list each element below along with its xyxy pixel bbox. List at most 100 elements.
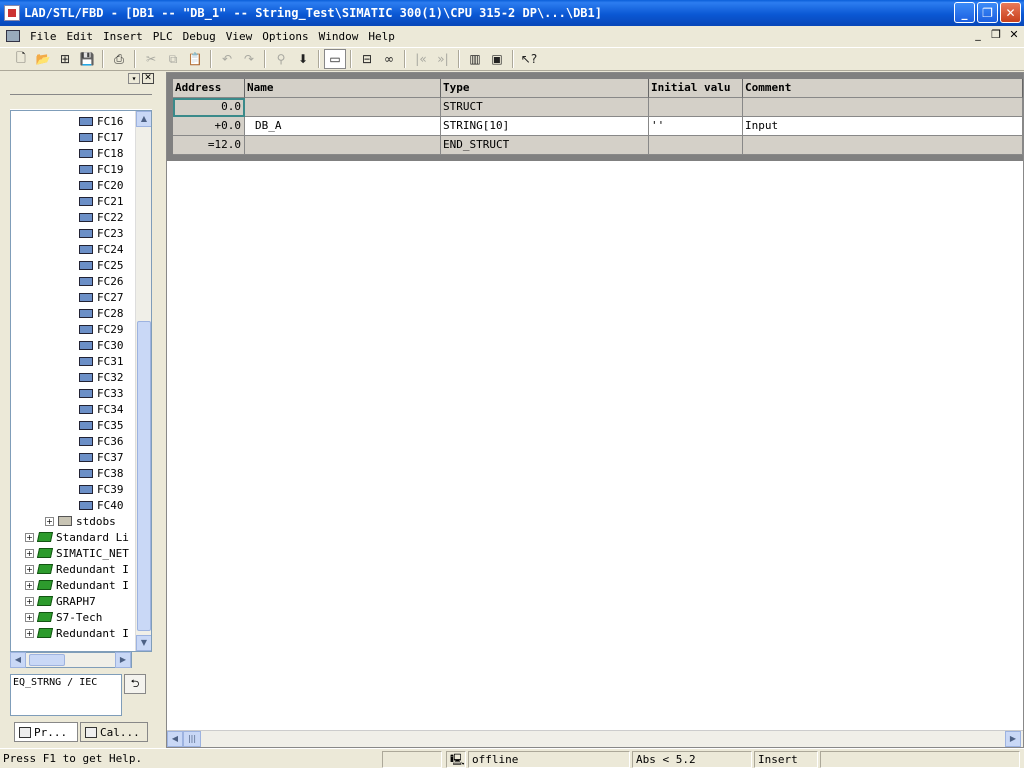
- cut-icon[interactable]: ✂: [140, 49, 162, 69]
- undo-icon[interactable]: ↶: [216, 49, 238, 69]
- mdi-minimize-button[interactable]: _: [970, 28, 986, 42]
- last-network-icon[interactable]: »|: [432, 49, 454, 69]
- accessible-nodes-icon[interactable]: ⊟: [356, 49, 378, 69]
- minimize-button[interactable]: _: [954, 2, 975, 23]
- tree-item-fc[interactable]: FC39: [79, 481, 124, 497]
- expand-icon[interactable]: +: [25, 628, 34, 638]
- expand-icon[interactable]: +: [45, 516, 54, 526]
- tree-item-fc[interactable]: FC21: [79, 193, 124, 209]
- tree-item-library[interactable]: + Standard Li: [25, 529, 129, 545]
- cell-type[interactable]: STRUCT: [441, 98, 649, 117]
- menu-edit[interactable]: Edit: [63, 30, 98, 43]
- first-network-icon[interactable]: |«: [410, 49, 432, 69]
- mdi-close-button[interactable]: ✕: [1006, 28, 1022, 42]
- panel-close-icon[interactable]: ✕: [142, 73, 154, 84]
- tree-item-fc[interactable]: FC28: [79, 305, 124, 321]
- tree-item-fc[interactable]: FC18: [79, 145, 124, 161]
- tree-item-fc[interactable]: FC40: [79, 497, 124, 513]
- declaration-editor[interactable]: Address Name Type Initial valu Comment 0…: [166, 72, 1024, 748]
- tree-horizontal-scrollbar[interactable]: ◀ ▶: [10, 652, 132, 668]
- cell-name[interactable]: DB_A: [245, 117, 441, 136]
- menu-insert[interactable]: Insert: [99, 30, 147, 43]
- menu-view[interactable]: View: [222, 30, 257, 43]
- help-pointer-icon[interactable]: ↖?: [518, 49, 540, 69]
- tree-item-fc[interactable]: FC20: [79, 177, 124, 193]
- close-button[interactable]: ✕: [1000, 2, 1021, 23]
- tree-item-fc[interactable]: FC32: [79, 369, 124, 385]
- tree-item-library[interactable]: + Redundant I: [25, 625, 129, 641]
- tree-item-fc[interactable]: FC17: [79, 129, 124, 145]
- col-address[interactable]: Address: [173, 79, 245, 98]
- cell-comment[interactable]: Input: [743, 117, 1023, 136]
- menu-help[interactable]: Help: [364, 30, 399, 43]
- expand-icon[interactable]: +: [25, 596, 34, 606]
- table-row[interactable]: 0.0 STRUCT: [173, 98, 1023, 117]
- tree-item-fc[interactable]: FC22: [79, 209, 124, 225]
- menu-options[interactable]: Options: [258, 30, 312, 43]
- cell-type[interactable]: END_STRUCT: [441, 136, 649, 155]
- tree-item-fc[interactable]: FC19: [79, 161, 124, 177]
- document-icon[interactable]: [6, 30, 20, 42]
- tree-item-library[interactable]: + SIMATIC_NET: [25, 545, 129, 561]
- tree-item-fc[interactable]: FC37: [79, 449, 124, 465]
- copy-icon[interactable]: ⧉: [162, 49, 184, 69]
- print-icon[interactable]: ⎙: [108, 49, 130, 69]
- col-initial-value[interactable]: Initial valu: [649, 79, 743, 98]
- cell-initial-value[interactable]: '': [649, 117, 743, 136]
- tree-item-fc[interactable]: FC33: [79, 385, 124, 401]
- details-icon[interactable]: ▣: [486, 49, 508, 69]
- app-icon[interactable]: [4, 5, 20, 21]
- monitor-icon[interactable]: ⚲: [270, 49, 292, 69]
- menu-plc[interactable]: PLC: [149, 30, 177, 43]
- save-icon[interactable]: 💾: [76, 49, 98, 69]
- tree-item-fc[interactable]: FC29: [79, 321, 124, 337]
- pin-icon[interactable]: ▾: [128, 73, 140, 84]
- tree-item-library[interactable]: + Redundant I: [25, 577, 129, 593]
- tree-item-fc[interactable]: FC35: [79, 417, 124, 433]
- editor-hscroll-thumb[interactable]: |||: [183, 731, 201, 747]
- expand-icon[interactable]: +: [25, 548, 34, 558]
- declaration-view-icon[interactable]: ▭: [324, 49, 346, 69]
- tab-call-structure[interactable]: Cal...: [80, 722, 148, 742]
- cell-address[interactable]: =12.0: [173, 136, 245, 155]
- expand-icon[interactable]: +: [25, 580, 34, 590]
- cell-initial-value[interactable]: [649, 136, 743, 155]
- tree-item-library[interactable]: + GRAPH7: [25, 593, 96, 609]
- open-icon[interactable]: 📂: [32, 49, 54, 69]
- tree-item-library[interactable]: + S7-Tech: [25, 609, 102, 625]
- tree-item-fc[interactable]: FC23: [79, 225, 124, 241]
- overview-icon[interactable]: ▥: [464, 49, 486, 69]
- cell-address[interactable]: +0.0: [173, 117, 245, 136]
- insert-instruction-button[interactable]: ⮌: [124, 674, 146, 694]
- mdi-restore-button[interactable]: ❐: [988, 28, 1004, 42]
- tree-item-fc[interactable]: FC27: [79, 289, 124, 305]
- restore-button[interactable]: ❐: [977, 2, 998, 23]
- expand-icon[interactable]: +: [25, 532, 34, 542]
- tree-item-fc[interactable]: FC24: [79, 241, 124, 257]
- cell-type[interactable]: STRING[10]: [441, 117, 649, 136]
- scroll-up-button[interactable]: ▲: [136, 111, 151, 127]
- tree-item-fc[interactable]: FC26: [79, 273, 124, 289]
- tree-item-fc[interactable]: FC31: [79, 353, 124, 369]
- scroll-right-button[interactable]: ▶: [115, 652, 131, 668]
- tree-item-library[interactable]: + Redundant I: [25, 561, 129, 577]
- network-icon[interactable]: ⊞: [54, 49, 76, 69]
- editor-horizontal-scrollbar[interactable]: ◀ ||| ▶: [167, 730, 1023, 747]
- col-name[interactable]: Name: [245, 79, 441, 98]
- tree-item-fc[interactable]: FC36: [79, 433, 124, 449]
- tab-program-elements[interactable]: Pr...: [14, 722, 78, 742]
- cell-comment[interactable]: [743, 136, 1023, 155]
- tree-item-fc[interactable]: FC38: [79, 465, 124, 481]
- tree-item-folder[interactable]: + stdobs: [45, 513, 116, 529]
- scroll-left-button[interactable]: ◀: [10, 652, 26, 668]
- program-tree[interactable]: + Redundant I + S7-Tech + GRAPH7 + Redundant I +…: [10, 110, 152, 652]
- cell-name[interactable]: [245, 98, 441, 117]
- paste-icon[interactable]: 📋: [184, 49, 206, 69]
- cell-comment[interactable]: [743, 98, 1023, 117]
- new-icon[interactable]: 🗋: [10, 49, 32, 69]
- cell-initial-value[interactable]: [649, 98, 743, 117]
- tree-item-fc[interactable]: FC25: [79, 257, 124, 273]
- tree-item-fc[interactable]: FC34: [79, 401, 124, 417]
- hscroll-thumb[interactable]: [29, 654, 65, 666]
- redo-icon[interactable]: ↷: [238, 49, 260, 69]
